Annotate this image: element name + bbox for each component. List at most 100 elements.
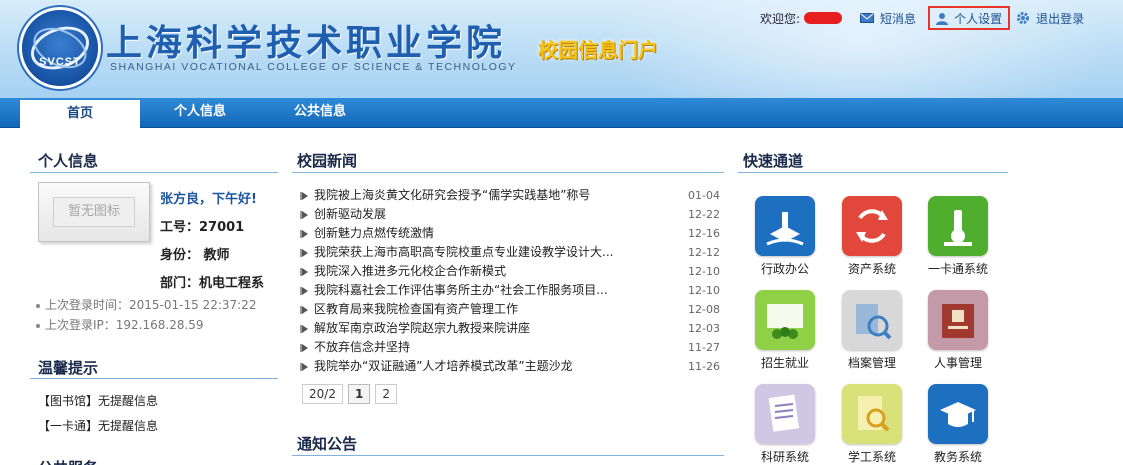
news-date: 01-04	[688, 189, 720, 202]
logout-label: 退出登录	[1036, 11, 1085, 26]
tab-personal-info[interactable]: 个人信息	[150, 98, 250, 128]
news-item[interactable]: 我院被上海炎黄文化研究会授予“儒学实践基地”称号 01-04	[300, 186, 720, 205]
personnel-icon[interactable]	[928, 290, 988, 350]
news-item[interactable]: 不放弃信念并坚持 11-27	[300, 338, 720, 357]
enrollment-icon[interactable]	[755, 290, 815, 350]
quick-section-divider	[738, 172, 1008, 173]
archive-icon[interactable]	[842, 290, 902, 350]
arrow-right-icon	[300, 306, 308, 314]
news-date: 11-26	[688, 360, 720, 373]
quick-access-item[interactable]: 人事管理	[918, 290, 998, 371]
quick-access-item[interactable]: 学工系统	[832, 384, 912, 465]
pager-page-2[interactable]: 2	[375, 384, 397, 404]
news-date: 12-16	[688, 227, 720, 240]
quick-access-item[interactable]: 招生就业	[745, 290, 825, 371]
employee-number: 工号：27001	[160, 220, 245, 235]
news-title[interactable]: 我院荣获上海市高职高专院校重点专业建设教学设计大...	[314, 243, 654, 262]
last-login-time-text: 上次登录时间：2015-01-15 22:37:22	[45, 298, 257, 312]
news-date: 12-10	[688, 265, 720, 278]
news-item[interactable]: 我院科嘉社会工作评估事务所主办“社会工作服务项目... 12-10	[300, 281, 720, 300]
quick-access-item[interactable]: 行政办公	[745, 196, 825, 277]
card-system-icon[interactable]	[928, 196, 988, 256]
library-reminder[interactable]: 【图书馆】无提醒信息	[38, 392, 158, 409]
bullet-icon	[36, 323, 40, 328]
news-item[interactable]: 创新魅力点燃传统激情 12-16	[300, 224, 720, 243]
messages-label: 短消息	[880, 11, 917, 26]
news-date: 11-27	[688, 341, 720, 354]
logo-text: SVCST	[39, 56, 81, 68]
quick-access-item[interactable]: 一卡通系统	[918, 196, 998, 277]
public-service-section-title: 公共服务	[38, 457, 98, 465]
quick-access-item[interactable]: 教务系统	[918, 384, 998, 465]
messages-link[interactable]: 短消息	[860, 10, 916, 27]
quick-access-item[interactable]: 资产系统	[832, 196, 912, 277]
arrow-right-icon	[300, 287, 308, 295]
news-pager: 20/2 1 2	[302, 384, 402, 404]
news-title[interactable]: 不放弃信念并坚持	[314, 338, 654, 357]
main-nav: 首页 个人信息 公共信息	[0, 98, 1123, 129]
academic-affairs-icon[interactable]	[928, 384, 988, 444]
arrow-right-icon	[300, 325, 308, 333]
news-date: 12-03	[688, 322, 720, 335]
news-date: 12-12	[688, 246, 720, 259]
top-user-bar: 欢迎您: 短消息 个人设置 退出登录	[760, 6, 1096, 30]
admin-office-icon[interactable]	[755, 196, 815, 256]
news-title[interactable]: 我院科嘉社会工作评估事务所主办“社会工作服务项目...	[314, 281, 654, 300]
news-item[interactable]: 我院举办“双证融通”人才培养模式改革”主题沙龙 11-26	[300, 357, 720, 376]
notice-section-title: 通知公告	[297, 435, 358, 453]
arrow-right-icon	[300, 230, 308, 238]
quick-access-item[interactable]: 科研系统	[745, 384, 825, 465]
logout-link[interactable]: 退出登录	[1016, 10, 1084, 27]
card-reminder[interactable]: 【一卡通】无提醒信息	[38, 417, 158, 434]
school-name-cn: 上海科学技术职业学院	[106, 22, 507, 64]
tips-section-title: 温馨提示	[38, 359, 99, 377]
student-affairs-icon[interactable]	[842, 384, 902, 444]
quick-access-label: 行政办公	[760, 262, 809, 276]
news-section-title: 校园新闻	[297, 152, 358, 170]
arrow-right-icon	[300, 211, 308, 219]
news-item[interactable]: 创新驱动发展 12-22	[300, 205, 720, 224]
quick-access-item[interactable]: 档案管理	[832, 290, 912, 371]
personal-settings-link[interactable]: 个人设置	[928, 6, 1011, 30]
news-date: 12-08	[688, 303, 720, 316]
tab-home[interactable]: 首页	[20, 98, 140, 129]
pager-page-1[interactable]: 1	[347, 384, 371, 404]
news-item[interactable]: 解放军南京政治学院赵宗九教授来院讲座 12-03	[300, 319, 720, 338]
school-name-en: SHANGHAI VOCATIONAL COLLEGE OF SCIENCE &…	[110, 61, 517, 73]
news-item[interactable]: 我院荣获上海市高职高专院校重点专业建设教学设计大... 12-12	[300, 243, 720, 262]
last-login-ip-text: 上次登录IP：192.168.28.59	[45, 318, 204, 332]
settings-label: 个人设置	[954, 11, 1003, 26]
arrow-right-icon	[300, 363, 308, 371]
news-title[interactable]: 解放军南京政治学院赵宗九教授来院讲座	[314, 319, 654, 338]
portal-title: 校园信息门户	[538, 38, 658, 62]
identity: 身份： 教师	[160, 248, 230, 263]
quick-access-label: 资产系统	[847, 262, 896, 276]
header: SVCST 上海科学技术职业学院 SHANGHAI VOCATIONAL COL…	[0, 0, 1123, 98]
profile-section-title: 个人信息	[38, 152, 99, 170]
quick-access-label: 招生就业	[760, 356, 809, 370]
quick-access-label: 科研系统	[760, 450, 809, 464]
arrow-right-icon	[300, 268, 308, 276]
school-logo[interactable]: SVCST	[22, 10, 98, 86]
asset-system-icon[interactable]	[842, 196, 902, 256]
news-title[interactable]: 区教育局来我院检查国有资产管理工作	[314, 300, 654, 319]
news-title[interactable]: 我院被上海炎黄文化研究会授予“儒学实践基地”称号	[314, 186, 654, 205]
quick-access-label: 档案管理	[847, 356, 896, 370]
arrow-right-icon	[300, 192, 308, 200]
news-title[interactable]: 创新驱动发展	[314, 205, 654, 224]
tab-public-info[interactable]: 公共信息	[270, 98, 370, 128]
greeting: 张方良，下午好!	[160, 192, 257, 207]
user-icon	[936, 12, 949, 25]
news-item[interactable]: 区教育局来我院检查国有资产管理工作 12-08	[300, 300, 720, 319]
welcome-text: 欢迎您:	[760, 11, 801, 26]
gear-icon	[1017, 12, 1030, 24]
research-icon[interactable]	[755, 384, 815, 444]
bullet-icon	[36, 303, 40, 308]
news-title[interactable]: 我院举办“双证融通”人才培养模式改革”主题沙龙	[314, 357, 654, 376]
news-item[interactable]: 我院深入推进多元化校企合作新模式 12-10	[300, 262, 720, 281]
last-login-ip: 上次登录IP：192.168.28.59	[36, 316, 204, 333]
department: 部门：机电工程系	[160, 276, 265, 291]
news-date: 12-10	[688, 284, 720, 297]
news-title[interactable]: 我院深入推进多元化校企合作新模式	[314, 262, 654, 281]
news-title[interactable]: 创新魅力点燃传统激情	[314, 224, 654, 243]
